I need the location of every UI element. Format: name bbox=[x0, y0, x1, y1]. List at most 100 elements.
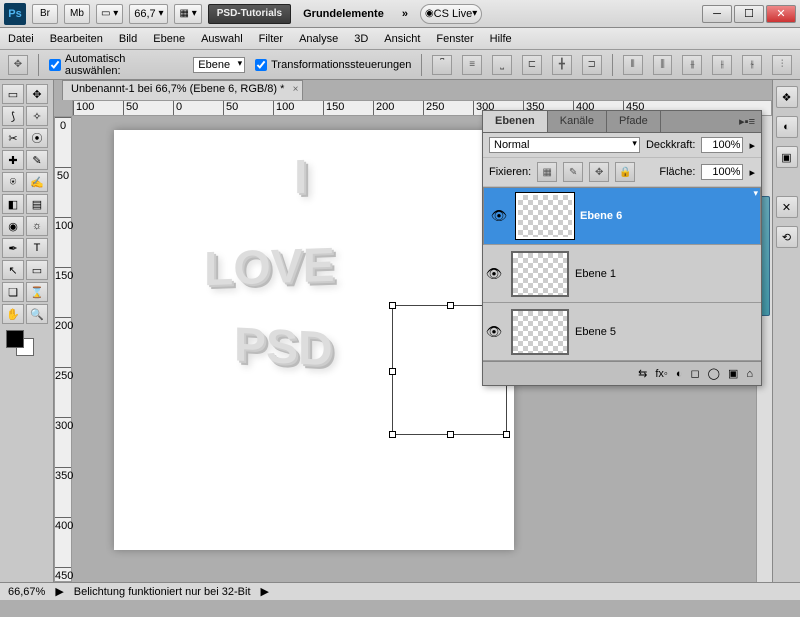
zoom-tool[interactable]: 🔍 bbox=[26, 304, 48, 324]
transform-handle-br[interactable] bbox=[503, 431, 510, 438]
dist-left-icon[interactable]: ⫲ bbox=[712, 55, 732, 75]
foreground-color[interactable] bbox=[6, 330, 24, 348]
lock-position-icon[interactable]: ✥ bbox=[589, 162, 609, 182]
status-zoom[interactable]: 66,67% bbox=[8, 586, 45, 598]
fill-flyout-icon[interactable]: ▸ bbox=[749, 166, 755, 179]
tab-ebenen[interactable]: Ebenen bbox=[483, 111, 548, 132]
marquee-tool[interactable]: ▭ bbox=[2, 84, 24, 104]
align-top-icon[interactable]: ⎴ bbox=[432, 55, 452, 75]
menu-auswahl[interactable]: Auswahl bbox=[201, 33, 243, 45]
transform-handle-bl[interactable] bbox=[389, 431, 396, 438]
cslive-button[interactable]: ◉ CS Live ▾ bbox=[420, 4, 482, 24]
opacity-field[interactable]: 100% bbox=[701, 137, 743, 153]
group-icon[interactable]: ◯ bbox=[708, 367, 720, 380]
transform-handle-bc[interactable] bbox=[447, 431, 454, 438]
eraser-tool[interactable]: ◧ bbox=[2, 194, 24, 214]
layer-row[interactable]: 👁 Ebene 1 bbox=[483, 245, 761, 303]
layer-thumbnail[interactable] bbox=[516, 193, 574, 239]
menu-ebene[interactable]: Ebene bbox=[153, 33, 185, 45]
close-button[interactable]: ✕ bbox=[766, 5, 796, 23]
move-tool[interactable]: ✥ bbox=[26, 84, 48, 104]
menu-analyse[interactable]: Analyse bbox=[299, 33, 338, 45]
lock-pixels-icon[interactable]: ✎ bbox=[563, 162, 583, 182]
eyedropper-tool[interactable]: ⦿ bbox=[26, 128, 48, 148]
align-hcenter-icon[interactable]: ╋ bbox=[552, 55, 572, 75]
layer-name[interactable]: Ebene 6 bbox=[580, 210, 746, 222]
menu-datei[interactable]: Datei bbox=[8, 33, 34, 45]
dist-bottom-icon[interactable]: ⫵ bbox=[682, 55, 702, 75]
hand-tool[interactable]: ✋ bbox=[2, 304, 24, 324]
pen-tool[interactable]: ✒ bbox=[2, 238, 24, 258]
adjustment-layer-icon[interactable]: ◻ bbox=[690, 367, 699, 380]
menu-ansicht[interactable]: Ansicht bbox=[384, 33, 420, 45]
layers-dock-icon[interactable]: ❖ bbox=[776, 86, 798, 108]
type-tool[interactable]: T bbox=[26, 238, 48, 258]
delete-layer-icon[interactable]: ⌂ bbox=[746, 368, 753, 380]
lasso-tool[interactable]: ⟆ bbox=[2, 106, 24, 126]
mask-dock-icon[interactable]: ▣ bbox=[776, 146, 798, 168]
shape-tool[interactable]: ▭ bbox=[26, 260, 48, 280]
3d-tool[interactable]: ❏ bbox=[2, 282, 24, 302]
menu-fenster[interactable]: Fenster bbox=[436, 33, 473, 45]
layer-row[interactable]: 👁 Ebene 6 bbox=[483, 187, 761, 245]
opacity-flyout-icon[interactable]: ▸ bbox=[749, 139, 755, 152]
arrange-button[interactable]: ▦ ▾ bbox=[174, 4, 201, 24]
transform-handle-ml[interactable] bbox=[389, 368, 396, 375]
screen-mode-button[interactable]: ▭ ▾ bbox=[96, 4, 123, 24]
layer-thumbnail[interactable] bbox=[511, 251, 569, 297]
align-vcenter-icon[interactable]: ≡ bbox=[462, 55, 482, 75]
transform-controls-checkbox[interactable]: Transformationssteuerungen bbox=[255, 59, 411, 71]
menu-bearbeiten[interactable]: Bearbeiten bbox=[50, 33, 103, 45]
brush-tool[interactable]: ✎ bbox=[26, 150, 48, 170]
blur-tool[interactable]: ◉ bbox=[2, 216, 24, 236]
auto-select-checkbox[interactable]: Automatisch auswählen: bbox=[49, 53, 183, 77]
canvas[interactable]: I LOVE PSD bbox=[114, 130, 514, 550]
gradient-tool[interactable]: ▤ bbox=[26, 194, 48, 214]
workspace-more[interactable]: » bbox=[396, 8, 414, 20]
tab-kanaele[interactable]: Kanäle bbox=[548, 111, 607, 132]
layer-thumbnail[interactable] bbox=[511, 309, 569, 355]
tools-dock-icon[interactable]: ✕ bbox=[776, 196, 798, 218]
new-layer-icon[interactable]: ▣ bbox=[728, 367, 738, 380]
layer-style-icon[interactable]: fx◦ bbox=[655, 368, 667, 380]
history-dock-icon[interactable]: ⟲ bbox=[776, 226, 798, 248]
workspace-name[interactable]: Grundelemente bbox=[297, 8, 390, 20]
dodge-tool[interactable]: ☼ bbox=[26, 216, 48, 236]
align-right-icon[interactable]: ⊐ bbox=[582, 55, 602, 75]
align-bottom-icon[interactable]: ⎵ bbox=[492, 55, 512, 75]
zoom-field[interactable]: 66,7 ▾ bbox=[129, 4, 168, 24]
stamp-tool[interactable]: ⍟ bbox=[2, 172, 24, 192]
layer-name[interactable]: Ebene 5 bbox=[575, 326, 761, 338]
minimize-button[interactable]: ─ bbox=[702, 5, 732, 23]
wand-tool[interactable]: ✧ bbox=[26, 106, 48, 126]
auto-select-target[interactable]: Ebene bbox=[193, 57, 245, 73]
layer-mask-icon[interactable]: ◐ bbox=[676, 368, 683, 380]
align-left-icon[interactable]: ⊏ bbox=[522, 55, 542, 75]
dist-vcenter-icon[interactable]: ⫼ bbox=[653, 55, 673, 75]
path-tool[interactable]: ↖ bbox=[2, 260, 24, 280]
visibility-icon[interactable]: 👁 bbox=[483, 266, 505, 282]
adjust-dock-icon[interactable]: ◐ bbox=[776, 116, 798, 138]
layer-name[interactable]: Ebene 1 bbox=[575, 268, 761, 280]
menu-3d[interactable]: 3D bbox=[354, 33, 368, 45]
visibility-icon[interactable]: 👁 bbox=[488, 208, 510, 224]
blend-mode-select[interactable]: Normal bbox=[489, 137, 640, 153]
close-tab-icon[interactable]: × bbox=[293, 84, 299, 95]
bridge-button[interactable]: Br bbox=[32, 4, 58, 24]
dist-right-icon[interactable]: ⫶ bbox=[772, 55, 792, 75]
transform-handle-tl[interactable] bbox=[389, 302, 396, 309]
document-tab[interactable]: Unbenannt-1 bei 66,7% (Ebene 6, RGB/8) *… bbox=[62, 80, 303, 100]
status-arrow-icon[interactable]: ▶ bbox=[55, 585, 63, 598]
menu-bild[interactable]: Bild bbox=[119, 33, 137, 45]
dist-top-icon[interactable]: ⫴ bbox=[623, 55, 643, 75]
lock-transparency-icon[interactable]: ▦ bbox=[537, 162, 557, 182]
fill-field[interactable]: 100% bbox=[701, 164, 743, 180]
dist-hcenter-icon[interactable]: ⫳ bbox=[742, 55, 762, 75]
workspace-tutorial-button[interactable]: PSD-Tutorials bbox=[208, 4, 291, 24]
link-layers-icon[interactable]: ⇆ bbox=[638, 367, 647, 380]
maximize-button[interactable]: ☐ bbox=[734, 5, 764, 23]
3d-camera-tool[interactable]: ⌛ bbox=[26, 282, 48, 302]
layer-row[interactable]: 👁 Ebene 5 bbox=[483, 303, 761, 361]
color-swatches[interactable] bbox=[2, 330, 51, 364]
move-tool-icon[interactable]: ✥ bbox=[8, 55, 28, 75]
